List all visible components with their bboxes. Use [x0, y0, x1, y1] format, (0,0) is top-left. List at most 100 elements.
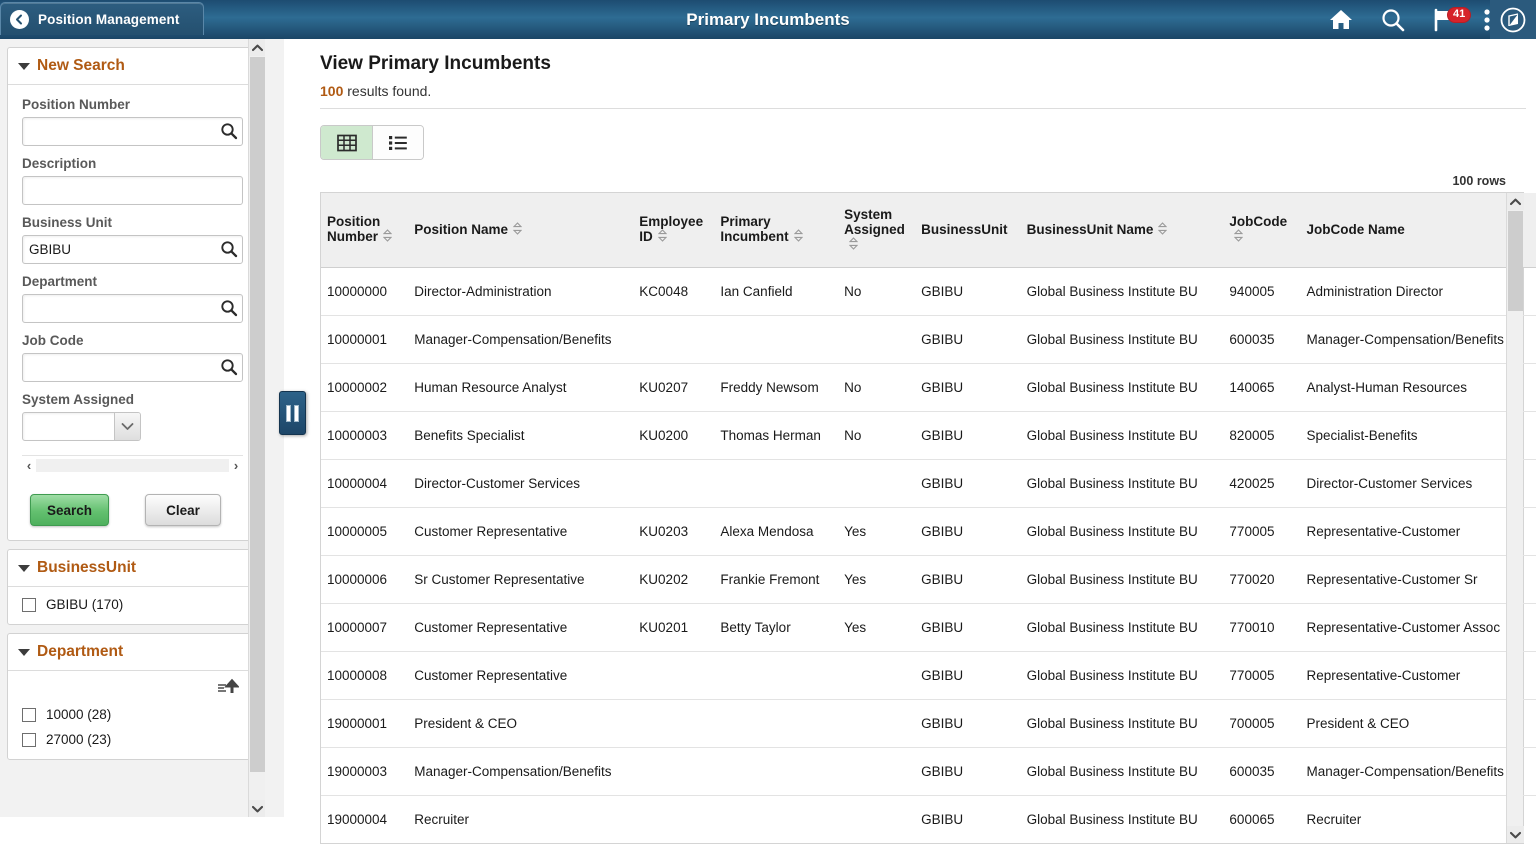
scroll-right-arrow-icon[interactable]: ›: [229, 459, 243, 472]
cell-jobcode: 820005: [1223, 411, 1300, 459]
department-lookup-icon[interactable]: [220, 299, 238, 317]
table-row[interactable]: 10000002Human Resource AnalystKU0207Fred…: [321, 363, 1536, 411]
sort-toggle-icon[interactable]: [1234, 229, 1243, 245]
scroll-down-arrow-icon[interactable]: [1507, 826, 1524, 843]
col-employee-id[interactable]: Employee ID: [633, 193, 714, 267]
list-view-button[interactable]: [372, 126, 423, 159]
facet-checkbox[interactable]: [22, 733, 36, 747]
col-jobcode[interactable]: JobCode: [1223, 193, 1300, 267]
col-businessunit-name[interactable]: BusinessUnit Name: [1021, 193, 1224, 267]
sort-toggle-icon[interactable]: [658, 229, 667, 245]
scroll-up-arrow-icon[interactable]: [1507, 193, 1524, 210]
table-row[interactable]: 10000004Director-Customer ServicesGBIBUG…: [321, 459, 1536, 507]
table-row[interactable]: 10000005Customer RepresentativeKU0203Ale…: [321, 507, 1536, 555]
department-input[interactable]: [22, 294, 243, 323]
facet-item[interactable]: GBIBU (170): [8, 592, 257, 617]
table-scroll-thumb[interactable]: [1508, 211, 1523, 311]
cell-jobcode: 420025: [1223, 459, 1300, 507]
back-to-position-management-tab[interactable]: Position Management: [0, 2, 204, 35]
cell-businessunit-name: Global Business Institute BU: [1021, 267, 1224, 315]
position-number-lookup-icon[interactable]: [220, 122, 238, 140]
position-number-input[interactable]: [22, 117, 243, 146]
facet-item[interactable]: 10000 (28): [8, 702, 257, 727]
system-assigned-label: System Assigned: [22, 392, 243, 407]
position-number-label: Position Number: [22, 97, 243, 112]
col-system-assigned[interactable]: System Assigned: [838, 193, 915, 267]
table-row[interactable]: 10000007Customer RepresentativeKU0201Bet…: [321, 603, 1536, 651]
table-row[interactable]: 10000001Manager-Compensation/BenefitsGBI…: [321, 315, 1536, 363]
cell-jobcode: 940005: [1223, 267, 1300, 315]
scroll-down-arrow-icon[interactable]: [249, 800, 265, 817]
table-row[interactable]: 10000008Customer RepresentativeGBIBUGlob…: [321, 651, 1536, 699]
job-code-lookup-icon[interactable]: [220, 358, 238, 376]
facet-checkbox[interactable]: [22, 708, 36, 722]
sort-toggle-icon[interactable]: [383, 229, 392, 245]
table-vertical-scrollbar[interactable]: [1506, 193, 1523, 843]
col-businessunit[interactable]: BusinessUnit: [915, 193, 1020, 267]
table-row[interactable]: 19000001President & CEOGBIBUGlobal Busin…: [321, 699, 1536, 747]
sidebar-horizontal-scrollbar[interactable]: ‹ ›: [22, 455, 243, 472]
notifications-flag-icon[interactable]: 41: [1432, 8, 1458, 32]
scroll-up-arrow-icon[interactable]: [249, 39, 265, 56]
sort-toggle-icon[interactable]: [849, 237, 858, 253]
scroll-left-arrow-icon[interactable]: ‹: [22, 459, 36, 472]
table-row[interactable]: 19000004RecruiterGBIBUGlobal Business In…: [321, 795, 1536, 843]
table-row[interactable]: 10000000Director-AdministrationKC0048Ian…: [321, 267, 1536, 315]
cell-position-number: 19000003: [321, 747, 408, 795]
job-code-input[interactable]: [22, 353, 243, 382]
home-icon[interactable]: [1328, 8, 1354, 32]
facet-item-label: 10000 (28): [46, 707, 111, 722]
table-row[interactable]: 10000006Sr Customer RepresentativeKU0202…: [321, 555, 1536, 603]
sidebar-splitter-handle[interactable]: [279, 391, 306, 435]
rows-count-label: 100 rows: [320, 174, 1506, 188]
sidebar-scroll-thumb[interactable]: [250, 57, 265, 772]
col-label: Employee ID: [639, 214, 703, 244]
facet-item[interactable]: 27000 (23): [8, 727, 257, 752]
cell-system-assigned: No: [838, 363, 915, 411]
business-unit-input[interactable]: [22, 235, 243, 264]
hscroll-track[interactable]: [36, 459, 229, 472]
col-label: Position Number: [327, 214, 380, 244]
cell-businessunit: GBIBU: [915, 411, 1020, 459]
cell-system-assigned: Yes: [838, 555, 915, 603]
clear-button[interactable]: Clear: [145, 494, 221, 526]
system-assigned-select[interactable]: [22, 412, 141, 441]
sort-toggle-icon[interactable]: [1158, 222, 1167, 238]
grid-view-button[interactable]: [321, 126, 372, 159]
description-input[interactable]: [22, 176, 243, 205]
cell-businessunit: GBIBU: [915, 747, 1020, 795]
facet-checkbox[interactable]: [22, 598, 36, 612]
navbar-compass-icon[interactable]: [1490, 0, 1536, 39]
new-search-title: New Search: [37, 57, 125, 75]
cell-businessunit-name: Global Business Institute BU: [1021, 699, 1224, 747]
col-position-name[interactable]: Position Name: [408, 193, 633, 267]
chevron-down-icon[interactable]: [114, 413, 140, 440]
table-row[interactable]: 19000003Manager-Compensation/BenefitsGBI…: [321, 747, 1536, 795]
table-row[interactable]: 10000003Benefits SpecialistKU0200Thomas …: [321, 411, 1536, 459]
cell-jobcode-name: Representative-Customer Sr: [1300, 555, 1536, 603]
sort-toggle-icon[interactable]: [794, 229, 803, 245]
cell-businessunit: GBIBU: [915, 651, 1020, 699]
results-grid-container: Position Number Position Name Employee I…: [320, 192, 1524, 844]
facet-sort-control[interactable]: [8, 673, 257, 702]
facet-department-header[interactable]: Department: [8, 634, 257, 671]
facet-department-body: 10000 (28) 27000 (23): [8, 671, 257, 759]
cell-jobcode-name: Director-Customer Services: [1300, 459, 1536, 507]
col-position-number[interactable]: Position Number: [321, 193, 408, 267]
sort-ascending-icon[interactable]: [217, 677, 239, 702]
facet-businessunit-header[interactable]: BusinessUnit: [8, 550, 257, 587]
search-icon[interactable]: [1380, 7, 1406, 33]
search-button[interactable]: Search: [30, 494, 109, 526]
new-search-header[interactable]: New Search: [8, 48, 257, 85]
sort-toggle-icon[interactable]: [513, 222, 522, 238]
back-tab-label: Position Management: [38, 12, 179, 27]
col-jobcode-name[interactable]: JobCode Name: [1300, 193, 1536, 267]
sidebar-vertical-scrollbar[interactable]: [248, 39, 265, 817]
col-label: BusinessUnit Name: [1027, 222, 1154, 237]
cell-system-assigned: Yes: [838, 603, 915, 651]
col-primary-incumbent[interactable]: Primary Incumbent: [714, 193, 838, 267]
cell-system-assigned: Yes: [838, 507, 915, 555]
cell-position-name: Customer Representative: [408, 651, 633, 699]
business-unit-lookup-icon[interactable]: [220, 240, 238, 258]
cell-system-assigned: No: [838, 267, 915, 315]
